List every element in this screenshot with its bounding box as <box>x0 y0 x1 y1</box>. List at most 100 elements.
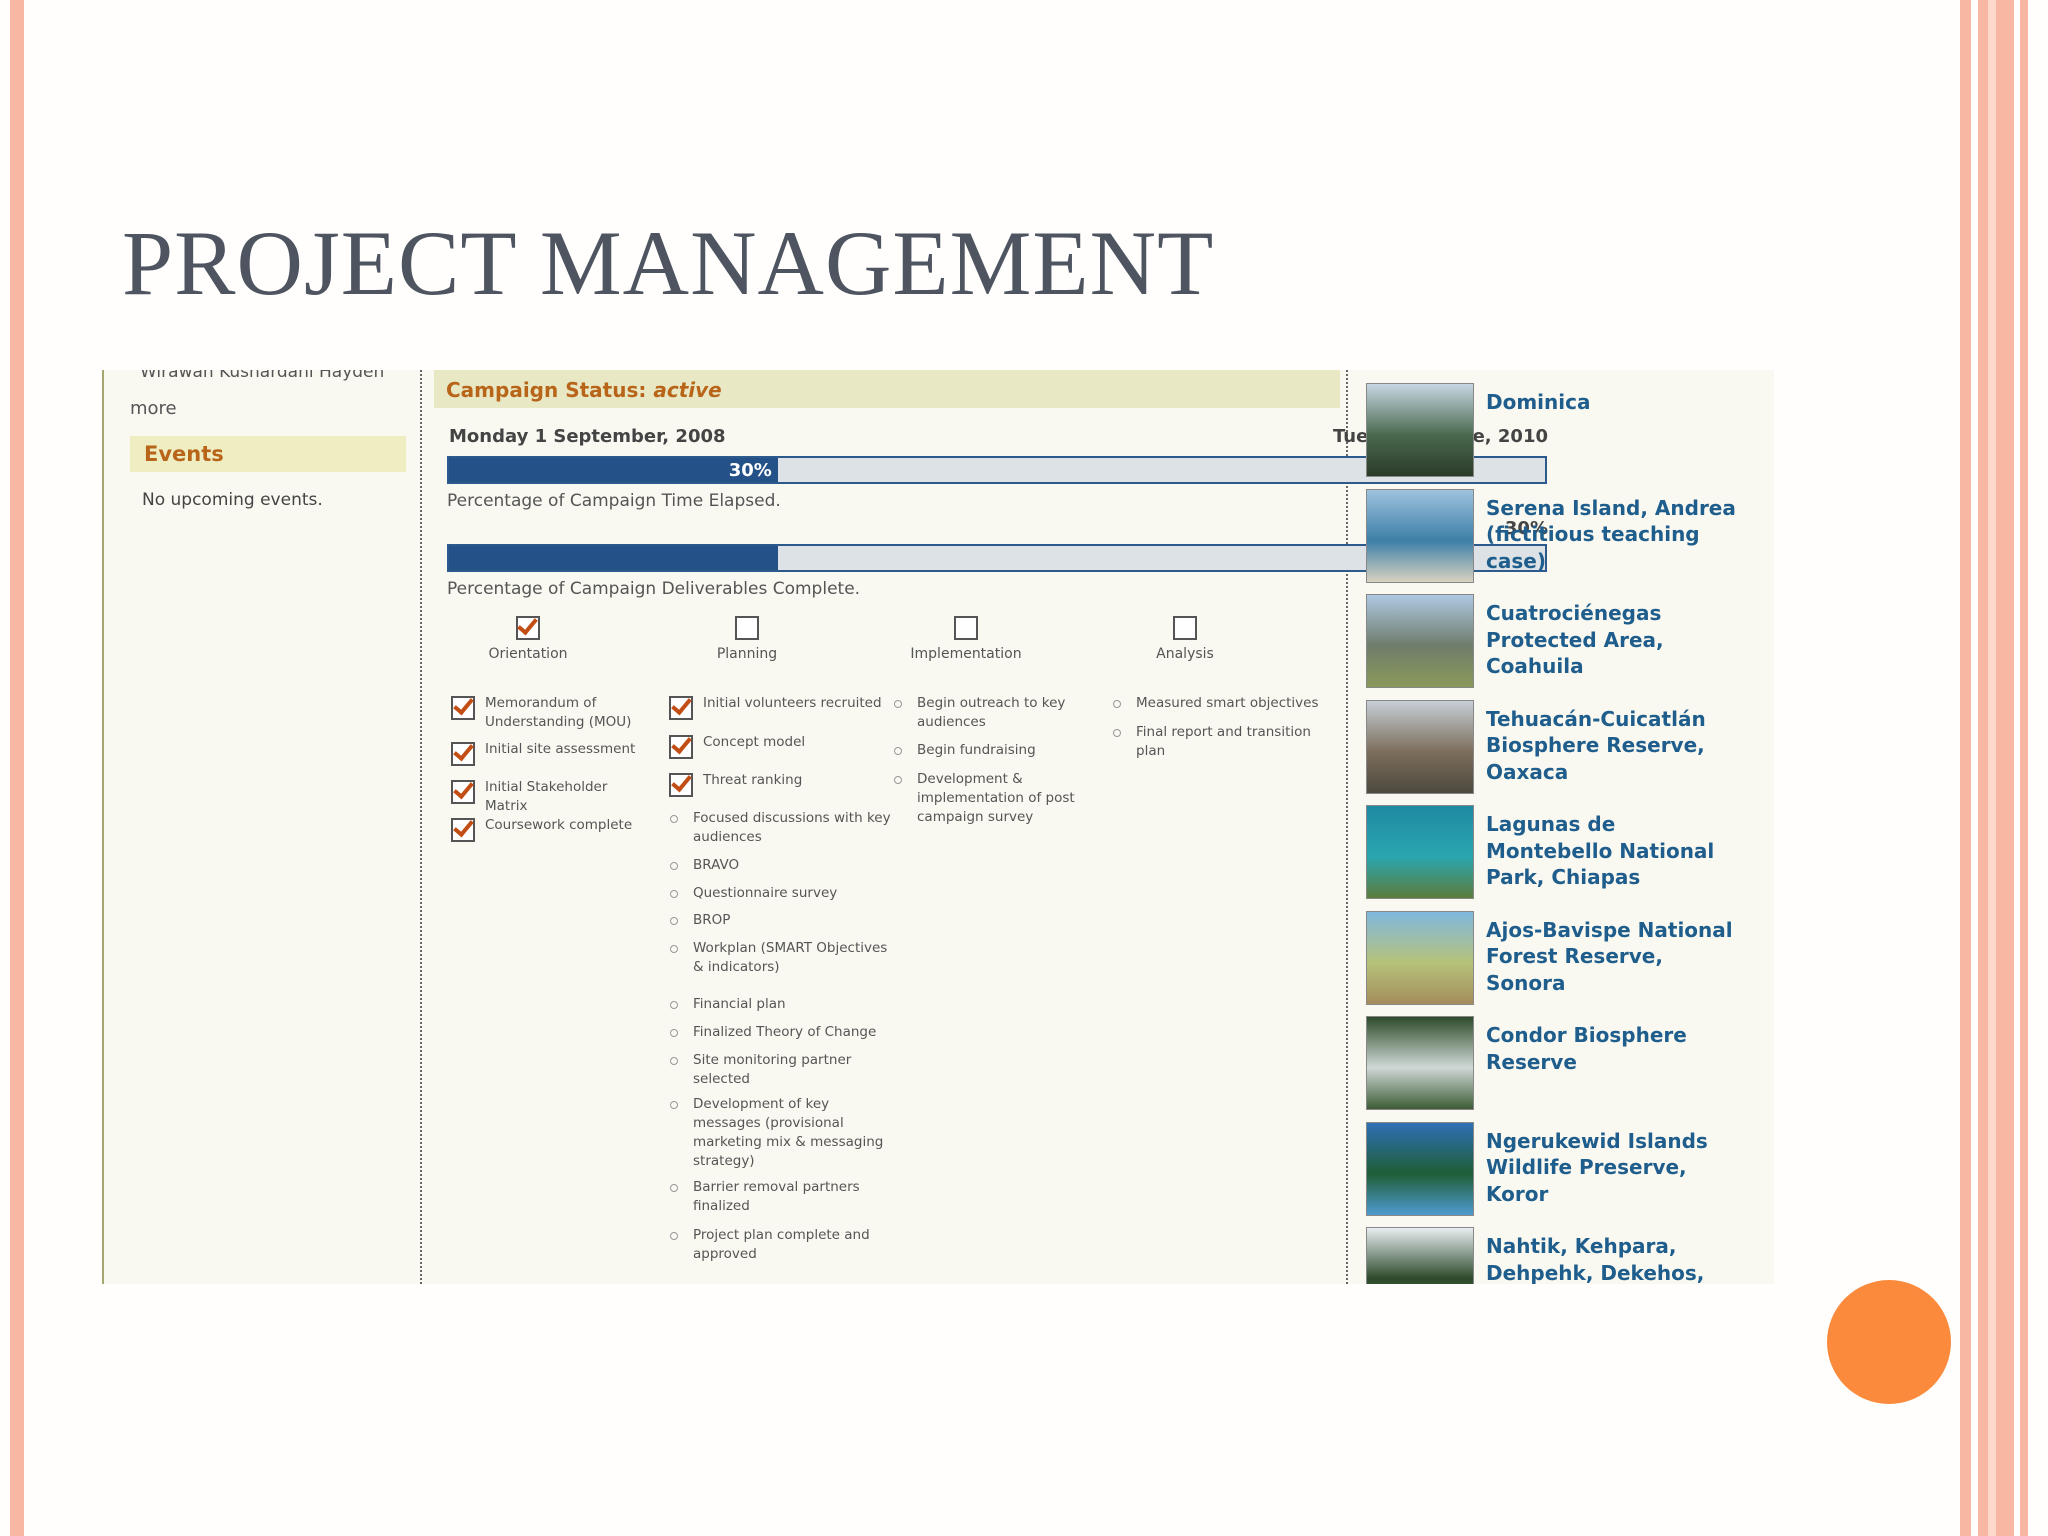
empty-circle-icon[interactable] <box>670 1232 678 1240</box>
member-names[interactable]: Wirawan Kusnardani Hayden <box>140 370 384 382</box>
site-list-item[interactable]: Ngerukewid Islands Wildlife Preserve, Ko… <box>1366 1121 1766 1218</box>
deliverables-caption: Percentage of Campaign Deliverables Comp… <box>447 579 861 599</box>
mountain-lake-photo[interactable] <box>1366 383 1474 477</box>
task-label: Final report and transition plan <box>1136 724 1311 759</box>
empty-circle-icon[interactable] <box>670 1057 678 1065</box>
task-item[interactable]: Initial Stakeholder Matrix <box>451 778 645 816</box>
desert-ruin-photo[interactable] <box>1366 594 1474 688</box>
empty-circle-icon[interactable] <box>894 747 902 755</box>
task-item[interactable]: Threat ranking <box>669 771 903 797</box>
slide-left-border <box>10 0 24 1536</box>
empty-circle-icon[interactable] <box>1113 729 1121 737</box>
empty-circle-icon[interactable] <box>670 862 678 870</box>
checked-checkbox-icon[interactable] <box>451 696 475 720</box>
checked-checkbox-icon[interactable] <box>669 773 693 797</box>
task-item[interactable]: Financial plan <box>669 995 893 1014</box>
empty-circle-icon[interactable] <box>670 1029 678 1037</box>
stage-2[interactable]: Implementation <box>886 616 1046 662</box>
site-name-link[interactable]: Cuatrociénegas Protected Area, Coahuila <box>1486 600 1746 680</box>
task-item[interactable]: BRAVO <box>669 856 893 875</box>
site-name-link[interactable]: Condor Biosphere Reserve <box>1486 1022 1746 1075</box>
site-list-item[interactable]: Lagunas de Montebello National Park, Chi… <box>1366 805 1766 901</box>
checked-checkbox-icon[interactable] <box>451 780 475 804</box>
stage-checkbox[interactable] <box>516 616 540 640</box>
screenshot-panel: Wirawan Kusnardani Hayden more Events No… <box>102 370 1774 1284</box>
task-item[interactable]: Site monitoring partner selected <box>669 1051 893 1089</box>
empty-circle-icon[interactable] <box>894 776 902 784</box>
task-item[interactable]: BROP <box>669 911 893 930</box>
site-name-link[interactable]: Ngerukewid Islands Wildlife Preserve, Ko… <box>1486 1128 1746 1208</box>
site-name-link[interactable]: Tehuacán-Cuicatlán Biosphere Reserve, Oa… <box>1486 706 1746 786</box>
task-item[interactable]: Finalized Theory of Change <box>669 1023 893 1042</box>
task-item[interactable]: Focused discussions with key audiences <box>669 809 893 847</box>
stage-1[interactable]: Planning <box>667 616 827 662</box>
task-item[interactable]: Concept model <box>669 733 903 759</box>
stage-label: Analysis <box>1156 646 1214 662</box>
empty-circle-icon[interactable] <box>894 700 902 708</box>
stage-0[interactable]: Orientation <box>448 616 608 662</box>
slide-right-border <box>1960 0 1971 1536</box>
checked-checkbox-icon[interactable] <box>451 818 475 842</box>
events-heading-label: Events <box>144 442 224 466</box>
task-item[interactable]: Begin outreach to key audiences <box>893 694 1087 732</box>
task-item[interactable]: Development of key messages (provisional… <box>669 1095 893 1171</box>
site-list-item[interactable]: Dominica <box>1366 383 1766 479</box>
empty-circle-icon[interactable] <box>670 1001 678 1009</box>
empty-circle-icon[interactable] <box>670 945 678 953</box>
site-name-link[interactable]: Ajos-Bavispe National Forest Reserve, So… <box>1486 917 1746 997</box>
waterfall-photo[interactable] <box>1366 1016 1474 1110</box>
empty-circle-icon[interactable] <box>670 890 678 898</box>
turquoise-lake-photo[interactable] <box>1366 805 1474 899</box>
stage-checkbox[interactable] <box>735 616 759 640</box>
task-item[interactable]: Begin fundraising <box>893 741 1087 760</box>
stage-3[interactable]: Analysis <box>1105 616 1265 662</box>
more-link[interactable]: more <box>130 398 177 419</box>
task-item[interactable]: Workplan (SMART Objectives & indicators) <box>669 939 893 977</box>
task-item[interactable]: Initial volunteers recruited <box>669 694 903 720</box>
site-name-link[interactable]: Lagunas de Montebello National Park, Chi… <box>1486 811 1746 891</box>
rocky-hillside-photo[interactable] <box>1366 699 1474 794</box>
checked-checkbox-icon[interactable] <box>669 735 693 759</box>
site-list-item[interactable]: Condor Biosphere Reserve <box>1366 1016 1766 1112</box>
beach-boat-photo[interactable] <box>1366 488 1474 583</box>
stage-label: Implementation <box>910 646 1022 662</box>
empty-circle-icon[interactable] <box>670 1101 678 1109</box>
stage-checkbox[interactable] <box>1173 616 1197 640</box>
empty-circle-icon[interactable] <box>670 917 678 925</box>
task-item[interactable]: Initial site assessment <box>451 740 645 766</box>
site-list-item[interactable]: Nahtik, Kehpara, Dehpehk, Dekehos, <box>1366 1227 1766 1284</box>
campaign-status-bar: Campaign Status: active <box>434 370 1340 408</box>
task-label: Financial plan <box>693 996 786 1012</box>
time-elapsed-caption: Percentage of Campaign Time Elapsed. <box>447 491 781 511</box>
task-item[interactable]: Measured smart objectives <box>1112 694 1336 713</box>
task-label: Measured smart objectives <box>1136 695 1319 711</box>
task-label: BROP <box>693 912 731 928</box>
empty-circle-icon[interactable] <box>670 815 678 823</box>
site-list-item[interactable]: Cuatrociénegas Protected Area, Coahuila <box>1366 594 1766 690</box>
slide-right-border <box>1978 0 2014 1536</box>
stage-checkbox[interactable] <box>954 616 978 640</box>
site-list-item[interactable]: Serena Island, Andrea (fictitious teachi… <box>1366 488 1766 585</box>
site-list-item[interactable]: Ajos-Bavispe National Forest Reserve, So… <box>1366 910 1766 1007</box>
task-item[interactable]: Questionnaire survey <box>669 884 893 903</box>
task-label: Initial Stakeholder Matrix <box>485 779 608 814</box>
task-item[interactable]: Final report and transition plan <box>1112 723 1336 761</box>
rock-island-photo[interactable] <box>1366 1121 1474 1216</box>
empty-circle-icon[interactable] <box>1113 700 1121 708</box>
task-item[interactable]: Coursework complete <box>451 816 645 842</box>
site-list-item[interactable]: Tehuacán-Cuicatlán Biosphere Reserve, Oa… <box>1366 699 1766 796</box>
checked-checkbox-icon[interactable] <box>669 696 693 720</box>
cactus-desert-photo[interactable] <box>1366 910 1474 1005</box>
site-name-link[interactable]: Nahtik, Kehpara, Dehpehk, Dekehos, <box>1486 1233 1746 1284</box>
task-item[interactable]: Project plan complete and approved <box>669 1226 893 1264</box>
site-name-link[interactable]: Dominica <box>1486 389 1746 416</box>
task-label: BRAVO <box>693 857 740 873</box>
task-item[interactable]: Barrier removal partners finalized <box>669 1178 893 1216</box>
site-name-link[interactable]: Serena Island, Andrea (fictitious teachi… <box>1486 495 1746 575</box>
task-item[interactable]: Development & implementation of post cam… <box>893 770 1087 827</box>
forest-photo[interactable] <box>1366 1227 1474 1284</box>
task-label: Focused discussions with key audiences <box>693 810 891 845</box>
task-item[interactable]: Memorandum of Understanding (MOU) <box>451 694 645 732</box>
checked-checkbox-icon[interactable] <box>451 742 475 766</box>
empty-circle-icon[interactable] <box>670 1184 678 1192</box>
